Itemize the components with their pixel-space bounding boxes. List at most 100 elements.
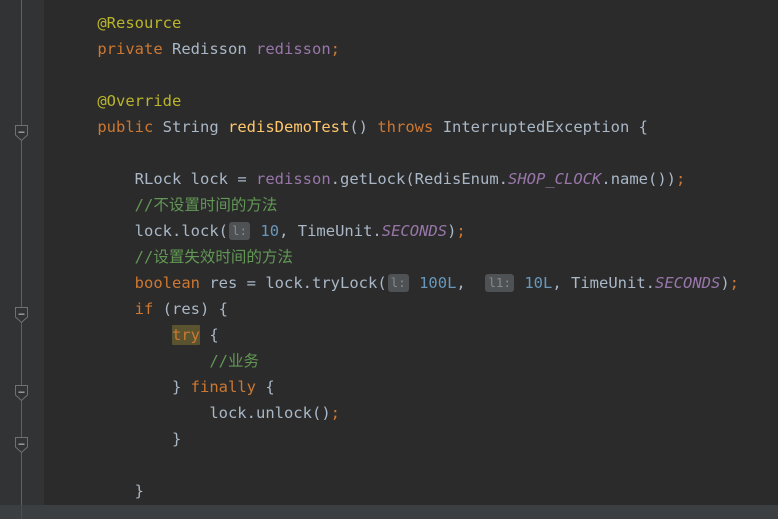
source-code[interactable]: @Resource private Redisson redisson; @Ov… <box>60 10 739 504</box>
code-token-method: redisDemoTest <box>228 118 350 136</box>
code-token-class: RLock <box>134 170 182 188</box>
code-token-punct: = <box>237 274 266 292</box>
parameter-name-hint[interactable]: l: <box>229 222 251 240</box>
editor-text-area[interactable]: @Resource private Redisson redisson; @Ov… <box>44 0 778 505</box>
code-token-number: 10 <box>260 222 280 240</box>
code-token-local: res <box>172 300 200 318</box>
code-token-punct: () <box>311 404 331 422</box>
code-token-call: tryLock <box>312 274 378 292</box>
code-token-keyword: finally <box>190 378 256 396</box>
code-token-semi: ; <box>729 274 740 292</box>
code-line[interactable]: if (res) { <box>60 296 739 322</box>
code-token-local: lock <box>134 222 172 240</box>
code-token-keyword: if <box>134 300 154 318</box>
code-line[interactable]: @Override <box>60 88 739 114</box>
code-token-class: String <box>162 118 219 136</box>
code-token-static: SHOP_CLOCK <box>508 170 602 188</box>
code-line[interactable]: public String redisDemoTest() throws Int… <box>60 114 739 140</box>
bottom-bar-divider <box>21 505 22 519</box>
code-line[interactable]: boolean res = lock.tryLock(l: 100L, l1: … <box>60 270 739 296</box>
code-token-keyword: boolean <box>134 274 200 292</box>
code-line[interactable]: try { <box>60 322 739 348</box>
code-token-local: res <box>209 274 238 292</box>
code-token-local: lock <box>209 404 247 422</box>
code-token-punct: ( <box>218 222 228 240</box>
code-token-punct: } <box>171 430 182 448</box>
code-token-punct: } <box>171 378 191 396</box>
code-editor-window: @Resource private Redisson redisson; @Ov… <box>0 0 778 519</box>
fold-marker-try-block[interactable] <box>14 384 29 402</box>
code-token-local: lock <box>265 274 303 292</box>
highlighted-keyword[interactable]: try <box>171 325 200 345</box>
code-token-class: TimeUnit <box>297 222 373 240</box>
code-token-punct: ) { <box>200 300 228 318</box>
parameter-name-hint[interactable]: l1: <box>485 274 514 292</box>
code-token-punct: . <box>498 170 509 188</box>
code-line[interactable]: lock.lock(l: 10, TimeUnit.SECONDS); <box>60 218 739 244</box>
code-line[interactable]: @Resource <box>60 10 739 36</box>
code-token-keyword: throws <box>377 118 434 136</box>
code-line[interactable]: } <box>60 478 739 504</box>
parameter-name-hint[interactable]: l: <box>387 274 409 292</box>
editor-bottom-bar <box>0 505 778 519</box>
code-token-punct: , <box>552 274 571 292</box>
editor-gutter <box>0 0 44 505</box>
code-token-punct: = <box>228 170 256 188</box>
code-token-punct: ) <box>720 274 730 292</box>
code-token-punct: . <box>330 170 340 188</box>
code-token-punct: ( <box>153 300 172 318</box>
code-line[interactable] <box>60 452 739 478</box>
fold-marker-method[interactable] <box>14 124 29 142</box>
fold-marker-if-block[interactable] <box>14 306 29 324</box>
code-line[interactable]: //不设置时间的方法 <box>60 192 739 218</box>
code-token-class: RedisEnum <box>414 170 499 188</box>
code-line[interactable]: //业务 <box>60 348 739 374</box>
fold-rail-segment <box>21 0 22 505</box>
code-token-comment: //设置失效时间的方法 <box>134 248 293 266</box>
code-line[interactable]: lock.unlock(); <box>60 400 739 426</box>
code-token-punct: . <box>645 274 655 292</box>
code-token-static: SECONDS <box>655 274 721 292</box>
code-token-semi: ; <box>330 404 340 422</box>
code-token-punct: ()) <box>648 170 677 188</box>
code-token-local: lock <box>190 170 228 188</box>
code-line[interactable]: RLock lock = redisson.getLock(RedisEnum.… <box>60 166 739 192</box>
code-line[interactable]: } finally { <box>60 374 739 400</box>
code-token-punct: { <box>255 378 275 396</box>
bottom-bar-gutter <box>0 505 44 519</box>
code-line[interactable] <box>60 140 739 166</box>
code-token-keyword: private <box>97 40 163 58</box>
code-line[interactable]: } <box>60 426 739 452</box>
code-token-comment: //业务 <box>209 352 259 370</box>
code-token-punct: , <box>456 274 485 292</box>
code-token-punct: . <box>372 222 382 240</box>
code-token-punct: { <box>629 118 648 136</box>
code-token-punct: } <box>134 482 144 500</box>
code-token-punct: , <box>279 222 298 240</box>
code-token-comment: //不设置时间的方法 <box>134 196 278 214</box>
fold-marker-finally-block[interactable] <box>14 436 29 454</box>
code-line[interactable] <box>60 62 739 88</box>
code-token-class: InterruptedException <box>442 118 630 136</box>
code-line[interactable]: private Redisson redisson; <box>60 36 739 62</box>
code-line[interactable]: //设置失效时间的方法 <box>60 244 739 270</box>
